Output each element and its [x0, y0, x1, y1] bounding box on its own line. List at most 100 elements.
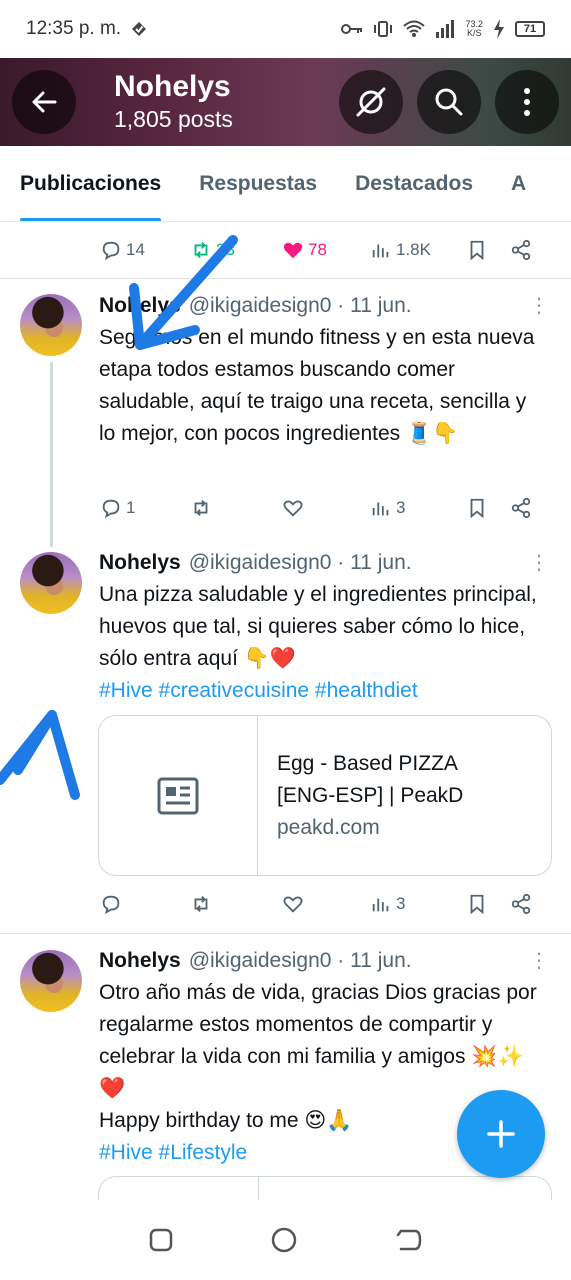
- avatar[interactable]: [20, 294, 82, 356]
- profile-name: Nohelys: [114, 70, 231, 103]
- status-bar: 12:35 p. m. 73.2 K/S 71: [0, 0, 571, 58]
- divider: [0, 278, 571, 279]
- bookmark-button[interactable]: [466, 497, 510, 519]
- plus-icon: [487, 1120, 515, 1148]
- bookmark-button[interactable]: [466, 893, 510, 915]
- key-icon: [341, 24, 363, 34]
- net-speed-unit: K/S: [466, 28, 482, 38]
- profile-tabs: Publicaciones Respuestas Destacados A: [0, 146, 571, 222]
- vibrate-icon: [374, 21, 393, 37]
- tweet-more-icon[interactable]: ⋮: [529, 951, 549, 971]
- heart-icon: [283, 896, 303, 913]
- grok-icon: [356, 87, 386, 117]
- back-nav-icon[interactable]: [395, 1228, 423, 1252]
- reply-icon: [102, 895, 120, 915]
- views-count: 3: [396, 498, 406, 517]
- share-button[interactable]: [510, 239, 532, 261]
- tweet-body: Una pizza saludable y el ingredientes pr…: [99, 583, 537, 670]
- reply-count: 14: [126, 240, 145, 259]
- views-icon: [372, 502, 389, 516]
- author-name[interactable]: Nohelys: [99, 294, 181, 318]
- views-button[interactable]: 1.8K: [370, 239, 466, 261]
- views-count: 1.8K: [396, 240, 431, 259]
- repost-button[interactable]: [190, 497, 282, 519]
- views-button[interactable]: 3: [370, 497, 466, 519]
- like-button[interactable]: [282, 497, 370, 519]
- bookmark-button[interactable]: [466, 239, 510, 261]
- reply-button[interactable]: 1: [100, 497, 190, 519]
- notification-icon: [132, 22, 147, 36]
- tweet-text: Una pizza saludable y el ingredientes pr…: [99, 579, 539, 707]
- bookmark-icon: [470, 894, 484, 915]
- status-time-group: 12:35 p. m.: [26, 18, 149, 40]
- back-arrow-icon: [32, 91, 57, 113]
- search-button[interactable]: [417, 70, 481, 134]
- author-name[interactable]: Nohelys: [99, 551, 181, 575]
- reply-button[interactable]: 14: [100, 239, 190, 261]
- profile-header: Nohelys 1,805 posts: [0, 58, 571, 146]
- tweet-actions: 3: [100, 889, 545, 919]
- tab-destacados[interactable]: Destacados: [355, 146, 473, 221]
- repost-icon: [194, 242, 208, 258]
- author-handle-time[interactable]: @ikigaidesign0 · 11 jun.: [189, 294, 412, 318]
- compose-button[interactable]: [457, 1090, 545, 1178]
- avatar[interactable]: [20, 950, 82, 1012]
- repost-button[interactable]: 23: [190, 239, 282, 261]
- home-icon[interactable]: [270, 1226, 298, 1254]
- more-options-button[interactable]: [495, 70, 559, 134]
- tweet-header: Nohelys @ikigaidesign0 · 11 jun. ⋮: [99, 292, 549, 320]
- tweet-header: Nohelys @ikigaidesign0 · 11 jun. ⋮: [99, 947, 549, 975]
- like-button[interactable]: 78: [282, 239, 370, 261]
- bookmark-icon: [470, 498, 484, 519]
- link-card[interactable]: Egg - Based PIZZA [ENG-ESP] | PeakD peak…: [98, 715, 552, 876]
- author-handle-time[interactable]: @ikigaidesign0 · 11 jun.: [189, 551, 412, 575]
- divider: [0, 933, 571, 934]
- views-count: 3: [396, 894, 406, 913]
- charging-icon: [494, 19, 504, 39]
- repost-button[interactable]: [190, 893, 282, 915]
- annotation-arrow-bottom: [0, 710, 80, 800]
- like-button[interactable]: [282, 893, 370, 915]
- status-icons: 73.2 K/S 71: [341, 19, 545, 39]
- tab-publicaciones[interactable]: Publicaciones: [20, 146, 162, 221]
- reply-count: 1: [126, 498, 136, 517]
- repost-icon: [194, 500, 208, 516]
- back-button[interactable]: [12, 70, 76, 134]
- tab-respuestas[interactable]: Respuestas: [199, 146, 317, 221]
- like-count: 78: [308, 240, 327, 259]
- repost-icon: [194, 896, 208, 912]
- tweet-body: Otro año más de vida, gracias Dios graci…: [99, 981, 537, 1100]
- card-meta: Egg - Based PIZZA [ENG-ESP] | PeakD peak…: [258, 716, 517, 875]
- views-icon: [372, 898, 389, 912]
- tweet-header: Nohelys @ikigaidesign0 · 11 jun. ⋮: [99, 549, 549, 577]
- hashtags[interactable]: #Hive #creativecuisine #healthdiet: [99, 675, 539, 707]
- post-count: 1,805 posts: [114, 106, 233, 132]
- recents-icon[interactable]: [148, 1227, 174, 1253]
- previous-tweet-actions: 14 23 78 1.8K: [100, 235, 545, 265]
- bookmark-icon: [470, 240, 484, 261]
- grok-button[interactable]: [339, 70, 403, 134]
- share-button[interactable]: [510, 893, 532, 915]
- avatar[interactable]: [20, 552, 82, 614]
- views-icon: [372, 244, 389, 258]
- author-handle-time[interactable]: @ikigaidesign0 · 11 jun.: [189, 949, 412, 973]
- tab-partial[interactable]: A: [511, 146, 526, 221]
- reply-icon: [102, 241, 120, 261]
- views-button[interactable]: 3: [370, 893, 466, 915]
- share-icon: [511, 239, 531, 261]
- card-thumbnail: [99, 716, 258, 875]
- heart-icon: [283, 500, 303, 517]
- net-speed: 73.2 K/S: [465, 20, 483, 38]
- tweet-text: Seguimos en el mundo fitness y en esta n…: [99, 326, 535, 445]
- tweet-actions: 1 3: [100, 493, 545, 523]
- header-actions: [339, 70, 559, 134]
- tweet-more-icon[interactable]: ⋮: [529, 553, 549, 573]
- reply-button[interactable]: [100, 893, 190, 915]
- battery-level: 71: [515, 21, 545, 37]
- tweet-more-icon[interactable]: ⋮: [529, 296, 549, 316]
- share-icon: [511, 497, 531, 519]
- card-title: Egg - Based PIZZA [ENG-ESP] | PeakD: [277, 751, 464, 807]
- share-button[interactable]: [510, 497, 532, 519]
- more-vertical-icon: [524, 88, 530, 116]
- author-name[interactable]: Nohelys: [99, 949, 181, 973]
